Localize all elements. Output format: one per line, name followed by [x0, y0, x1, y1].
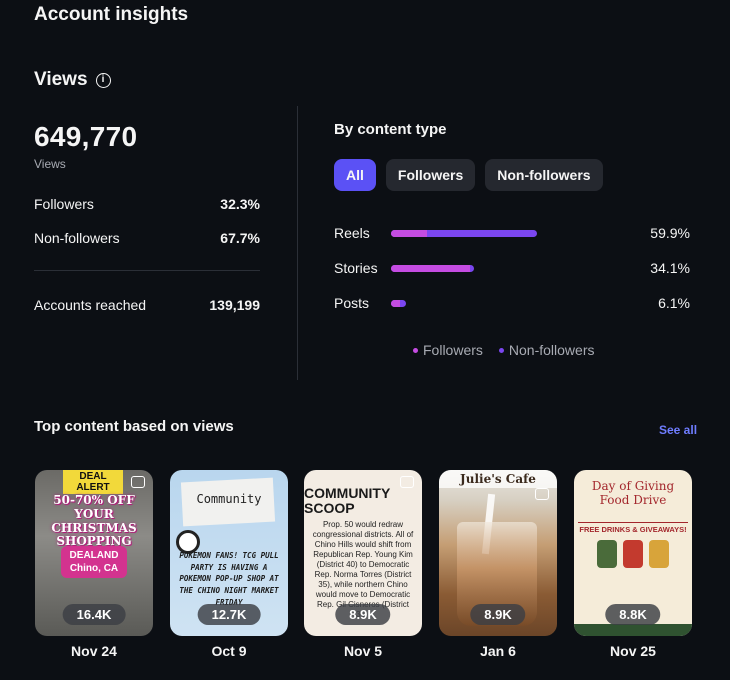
accounts-reached-label: Accounts reached	[34, 297, 147, 313]
card-5-views: 8.8K	[605, 604, 661, 625]
followers-dot-icon	[413, 347, 418, 353]
views-title-label: Views	[34, 69, 88, 90]
legend-non-followers-label: Non-followers	[508, 342, 595, 358]
reels-bar-followers	[391, 229, 428, 237]
page-title: Account insights	[34, 4, 189, 25]
stories-label: Stories	[334, 260, 378, 276]
followers-label: Followers	[34, 196, 94, 212]
card-1-tag: DEALAND Chino, CA	[61, 546, 127, 578]
posts-bar-row: Posts 6.1%	[334, 293, 690, 313]
reel-icon	[535, 488, 549, 500]
see-all-link[interactable]: See all	[659, 423, 697, 437]
reel-icon	[400, 476, 414, 488]
nonfollowers-dot-icon	[498, 347, 504, 353]
posts-label: Posts	[334, 295, 370, 311]
followers-stat-row: Followers 32.3%	[34, 196, 260, 212]
card-4-date: Jan 6	[480, 643, 516, 659]
content-card-5[interactable]: Day of Giving Food Drive FREE DRINKS & G…	[574, 470, 692, 636]
chart-legend: Followers Non-followers	[413, 342, 595, 358]
stories-bar-row: Stories 34.1%	[334, 258, 690, 278]
content-card-1[interactable]: DEAL ALERT 50-70% OFF YOUR CHRISTMAS SHO…	[35, 470, 153, 636]
tab-followers[interactable]: Followers	[385, 159, 476, 191]
info-icon[interactable]: i	[95, 72, 111, 88]
content-card-3[interactable]: COMMUNITY SCOOP Prop. 50 would redraw co…	[304, 470, 422, 636]
card-1-date: Nov 24	[71, 643, 117, 659]
card-4-views: 8.9K	[470, 604, 526, 625]
card-2-body: POKEMON FANS! TCG PULL PARTY IS HAVING A…	[179, 551, 279, 607]
card-3-date: Nov 5	[343, 643, 383, 659]
legend-followers-label: Followers	[423, 342, 483, 358]
stories-bar-followers	[391, 264, 470, 272]
reels-bar-track	[391, 229, 630, 237]
card-2-date: Oct 9	[211, 643, 247, 659]
content-type-title: By content type	[334, 121, 447, 138]
food-can-icon	[649, 540, 669, 568]
views-total-label: Views	[34, 157, 66, 171]
accounts-reached-value: 139,199	[209, 297, 260, 313]
followers-pct: 32.3%	[220, 196, 260, 212]
posts-bar-track	[391, 299, 630, 307]
top-content-title: Top content based on views	[34, 418, 234, 435]
posts-pct: 6.1%	[658, 295, 690, 311]
card-3-headline: COMMUNITY SCOOP	[304, 485, 391, 516]
card-5-items	[588, 540, 678, 570]
content-card-4[interactable]: Julie's Cafe 8.9K	[439, 470, 557, 636]
views-total: 649,770	[34, 121, 138, 152]
reels-pct: 59.9%	[650, 225, 690, 241]
stories-pct: 34.1%	[650, 260, 690, 276]
views-section-title: Views i	[34, 69, 111, 91]
tab-all[interactable]: All	[334, 159, 376, 191]
reels-label: Reels	[334, 225, 370, 241]
card-1-banner: DEAL ALERT	[63, 470, 123, 494]
reel-icon	[131, 476, 145, 488]
stories-bar-track	[391, 264, 630, 272]
card-3-views: 8.9K	[335, 604, 391, 625]
nonfollowers-label: Non-followers	[34, 230, 120, 246]
stats-divider	[34, 270, 260, 271]
content-card-2[interactable]: Community POKEMON FANS! TCG PULL PARTY I…	[170, 470, 288, 636]
tab-non-followers[interactable]: Non-followers	[485, 159, 603, 191]
card-2-headline: Community	[196, 492, 262, 506]
card-4-headline: Julie's Cafe	[439, 470, 557, 488]
card-5-date: Nov 25	[610, 643, 656, 659]
stories-bar-fill	[391, 264, 474, 272]
card-1-headline: 50-70% OFF YOUR CHRISTMAS SHOPPING	[51, 493, 137, 549]
posts-bar-fill	[391, 299, 406, 307]
content-type-tabs: All Followers Non-followers	[334, 159, 603, 191]
nonfollowers-stat-row: Non-followers 67.7%	[34, 230, 260, 246]
card-5-banner: FREE DRINKS & GIVEAWAYS!	[578, 522, 688, 534]
reels-bar-row: Reels 59.9%	[334, 223, 690, 243]
nonfollowers-pct: 67.7%	[220, 230, 260, 246]
card-1-views: 16.4K	[62, 604, 126, 625]
reels-bar-fill	[391, 229, 537, 237]
card-5-footer-band	[574, 624, 692, 636]
legend-non-followers: Non-followers	[498, 342, 595, 358]
accounts-reached-row: Accounts reached 139,199	[34, 297, 260, 313]
posts-bar-followers	[391, 299, 400, 307]
food-can-icon	[597, 540, 617, 568]
card-2-views: 12.7K	[197, 604, 261, 625]
food-can-icon	[623, 540, 643, 568]
legend-followers: Followers	[413, 342, 483, 358]
section-divider	[297, 106, 298, 380]
card-5-headline: Day of Giving Food Drive	[591, 479, 675, 507]
